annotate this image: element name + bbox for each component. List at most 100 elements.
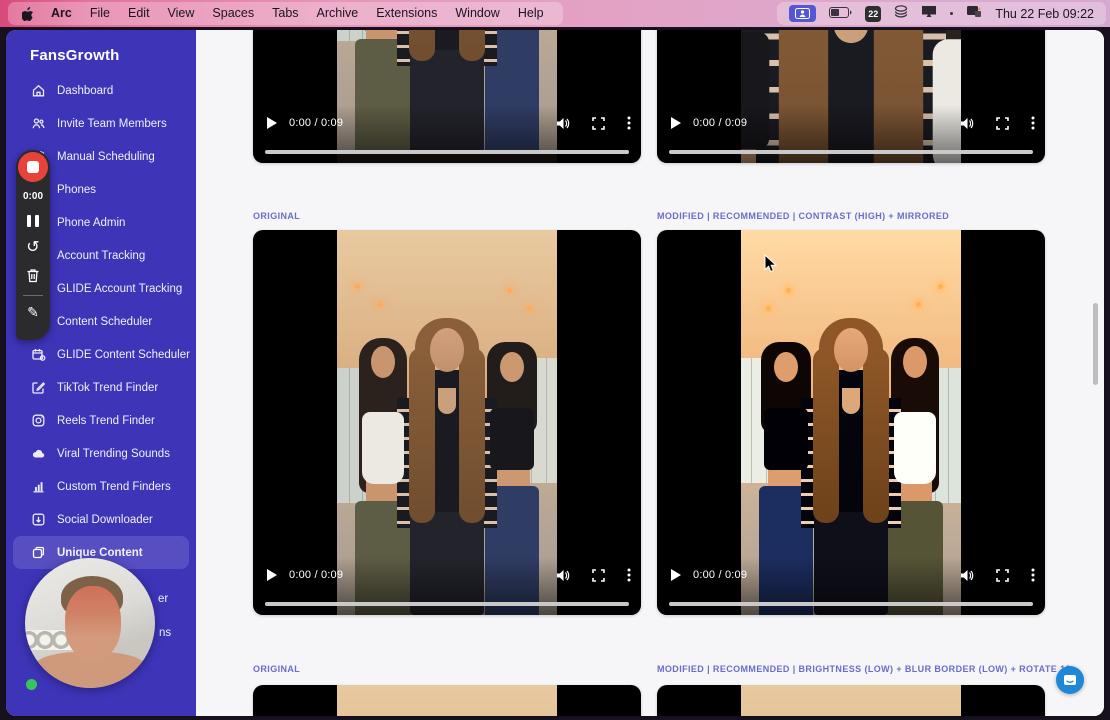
mouse-cursor xyxy=(764,253,778,278)
sidebar-item-glide-content-scheduler[interactable]: GLIDE Content Scheduler xyxy=(6,338,196,371)
desktop: { "menu_bar": { "app_menus": ["Arc", "Fi… xyxy=(0,0,1110,720)
screen-share-indicator-icon[interactable] xyxy=(789,5,817,22)
more-options-button[interactable] xyxy=(1031,116,1035,130)
sidebar-item-label: Phones xyxy=(57,183,97,196)
display-icon[interactable] xyxy=(921,5,937,23)
fullscreen-button[interactable] xyxy=(592,568,605,582)
menu-bar-clock[interactable]: Thu 22 Feb 09:22 xyxy=(995,7,1094,21)
play-button[interactable] xyxy=(267,117,277,129)
bar-chart-icon xyxy=(31,479,46,494)
sidebar-item-partial-1[interactable]: er xyxy=(158,593,168,605)
sidebar-item-dashboard[interactable]: Dashboard xyxy=(6,74,196,107)
stop-recording-button[interactable] xyxy=(18,152,48,182)
video-controls: 0:00 / 0:09 xyxy=(657,557,1045,615)
sidebar-item-label: Account Tracking xyxy=(57,249,146,262)
video-time: 0:00 / 0:09 xyxy=(289,569,344,581)
menu-view[interactable]: View xyxy=(159,2,204,25)
content-icon xyxy=(31,545,46,560)
original-label: ORIGINAL xyxy=(253,211,301,221)
chat-widget-button[interactable] xyxy=(1056,666,1084,694)
menu-bar-status: 22 Thu 22 Feb 09:22 xyxy=(777,2,1106,25)
menu-bar: Arc File Edit View Spaces Tabs Archive E… xyxy=(0,0,1110,27)
menu-spaces[interactable]: Spaces xyxy=(203,2,263,25)
more-options-button[interactable] xyxy=(1031,568,1035,582)
delete-recording-button[interactable] xyxy=(23,267,43,283)
volume-button[interactable] xyxy=(960,569,974,582)
menu-file[interactable]: File xyxy=(81,2,119,25)
video-card-bottom-original xyxy=(253,685,641,716)
cloud-icon xyxy=(31,446,46,461)
modified-label: MODIFIED | RECOMMENDED | CONTRAST (HIGH)… xyxy=(657,211,950,221)
sidebar-item-label: GLIDE Content Scheduler xyxy=(57,348,190,361)
pause-recording-button[interactable] xyxy=(23,213,43,229)
sidebar-item-label: Content Scheduler xyxy=(57,315,153,328)
video-time: 0:00 / 0:09 xyxy=(289,117,344,129)
menu-archive[interactable]: Archive xyxy=(308,2,368,25)
video-time: 0:00 / 0:09 xyxy=(693,569,748,581)
sidebar-item-label: Reels Trend Finder xyxy=(57,414,155,427)
more-options-button[interactable] xyxy=(627,116,631,130)
sidebar-item-label: Viral Trending Sounds xyxy=(57,447,170,460)
modified-label: MODIFIED | RECOMMENDED | BRIGHTNESS (LOW… xyxy=(657,664,1071,674)
sidebar-item-custom-trend-finders[interactable]: Custom Trend Finders xyxy=(6,470,196,503)
dot-icon xyxy=(950,12,954,15)
video-card-modified: 0:00 / 0:09 xyxy=(657,230,1045,615)
volume-button[interactable] xyxy=(556,117,570,130)
menu-window[interactable]: Window xyxy=(446,2,508,25)
volume-button[interactable] xyxy=(556,569,570,582)
fullscreen-button[interactable] xyxy=(996,568,1009,582)
menu-tabs[interactable]: Tabs xyxy=(263,2,307,25)
restart-recording-button[interactable]: ↺ xyxy=(23,240,43,256)
calendar-date-icon[interactable]: 22 xyxy=(865,5,882,22)
fullscreen-button[interactable] xyxy=(592,116,605,130)
play-button[interactable] xyxy=(671,569,681,581)
battery-icon[interactable] xyxy=(829,5,852,23)
video-frame xyxy=(741,685,961,716)
video-controls: 0:00 / 0:09 xyxy=(253,557,641,615)
video-progress-bar[interactable] xyxy=(265,150,629,154)
apple-icon[interactable] xyxy=(18,6,42,21)
scrollbar[interactable] xyxy=(1093,303,1098,385)
calendar-gear-icon xyxy=(31,347,46,362)
menu-help[interactable]: Help xyxy=(509,2,553,25)
main-content: 0:00 / 0:09 0:00 / 0:09 ORIGINAL MODIFIE… xyxy=(196,30,1104,716)
video-card-bottom-modified xyxy=(657,685,1045,716)
play-button[interactable] xyxy=(267,569,277,581)
volume-button[interactable] xyxy=(960,117,974,130)
camera-icon xyxy=(31,413,46,428)
video-progress-bar[interactable] xyxy=(669,150,1033,154)
menu-edit[interactable]: Edit xyxy=(119,2,159,25)
menu-arc[interactable]: Arc xyxy=(42,2,81,25)
divider xyxy=(23,295,43,296)
sidebar-item-invite-team-members[interactable]: Invite Team Members xyxy=(6,107,196,140)
original-label: ORIGINAL xyxy=(253,664,301,674)
draw-pen-button[interactable]: ✎ xyxy=(27,304,39,321)
sidebar-item-label: Unique Content xyxy=(57,546,143,559)
sidebar-item-label: Phone Admin xyxy=(57,216,126,229)
sidebar-item-label: GLIDE Account Tracking xyxy=(57,282,183,295)
video-progress-bar[interactable] xyxy=(669,602,1033,606)
home-icon xyxy=(31,83,46,98)
video-card-top-original: 0:00 / 0:09 xyxy=(253,30,641,163)
layers-icon[interactable] xyxy=(894,4,908,23)
sidebar-item-partial-2[interactable]: ns xyxy=(159,627,171,639)
sidebar-item-label: TikTok Trend Finder xyxy=(57,381,159,394)
video-card-original: 0:00 / 0:09 xyxy=(253,230,641,615)
sidebar-item-tiktok-trend-finder[interactable]: TikTok Trend Finder xyxy=(6,371,196,404)
sidebar-item-label: Custom Trend Finders xyxy=(57,480,171,493)
video-frame xyxy=(337,685,557,716)
sidebar-item-viral-trending-sounds[interactable]: Viral Trending Sounds xyxy=(6,437,196,470)
stage-manager-icon[interactable] xyxy=(966,5,982,23)
webcam-bubble[interactable] xyxy=(25,558,155,688)
sidebar-item-reels-trend-finder[interactable]: Reels Trend Finder xyxy=(6,404,196,437)
fullscreen-button[interactable] xyxy=(996,116,1009,130)
video-progress-bar[interactable] xyxy=(265,602,629,606)
app-brand: FansGrowth xyxy=(30,47,120,64)
menu-extensions[interactable]: Extensions xyxy=(367,2,446,25)
video-controls: 0:00 / 0:09 xyxy=(657,105,1045,163)
sidebar-item-social-downloader[interactable]: Social Downloader xyxy=(6,503,196,536)
play-button[interactable] xyxy=(671,117,681,129)
video-card-top-modified: 0:00 / 0:09 xyxy=(657,30,1045,163)
sidebar-item-label: Dashboard xyxy=(57,84,114,97)
more-options-button[interactable] xyxy=(627,568,631,582)
